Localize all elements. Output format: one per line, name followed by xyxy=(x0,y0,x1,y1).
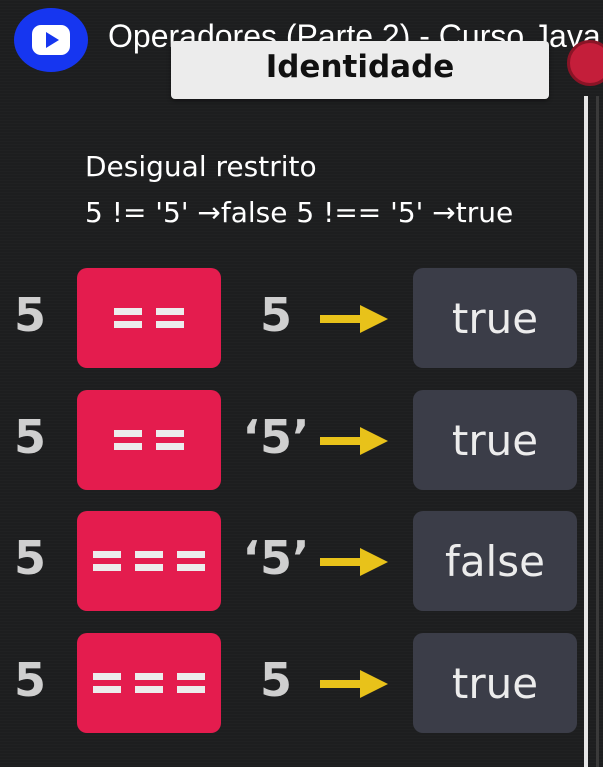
arrow-right-icon xyxy=(320,548,388,576)
result-box: true xyxy=(413,390,577,490)
result-box: false xyxy=(413,511,577,611)
triple-equals-icon xyxy=(93,673,205,693)
operator-box xyxy=(77,390,221,490)
double-equals-icon xyxy=(114,308,184,328)
operator-box xyxy=(77,268,221,368)
description-line-1: Desigual restrito xyxy=(85,150,317,183)
arrow-right-icon xyxy=(320,670,388,698)
right-operand: 5 xyxy=(259,653,292,707)
left-operand: 5 xyxy=(13,410,46,464)
operator-box xyxy=(77,511,221,611)
result-box: true xyxy=(413,633,577,733)
play-icon xyxy=(32,25,70,55)
operator-box xyxy=(77,633,221,733)
comparison-row: 5 5 true xyxy=(0,268,583,368)
double-equals-icon xyxy=(114,430,184,450)
right-operand: ‘5’ xyxy=(242,410,310,464)
channel-logo[interactable] xyxy=(14,8,88,72)
slide-heading-box: Identidade xyxy=(171,41,549,99)
divider xyxy=(584,96,588,767)
slide-heading: Identidade xyxy=(265,49,455,85)
result-box: true xyxy=(413,268,577,368)
comparison-row: 5 5 true xyxy=(0,633,583,733)
triple-equals-icon xyxy=(93,551,205,571)
record-indicator-icon xyxy=(567,40,603,86)
left-operand: 5 xyxy=(13,288,46,342)
description-line-2: 5 != '5' →false 5 !== '5' →true xyxy=(85,196,514,229)
comparison-row: 5 ‘5’ true xyxy=(0,390,583,490)
arrow-right-icon xyxy=(320,427,388,455)
left-operand: 5 xyxy=(13,531,46,585)
arrow-right-icon xyxy=(320,305,388,333)
divider-shadow xyxy=(596,96,599,767)
right-operand: 5 xyxy=(259,288,292,342)
comparison-row: 5 ‘5’ false xyxy=(0,511,583,611)
right-operand: ‘5’ xyxy=(242,531,310,585)
left-operand: 5 xyxy=(13,653,46,707)
